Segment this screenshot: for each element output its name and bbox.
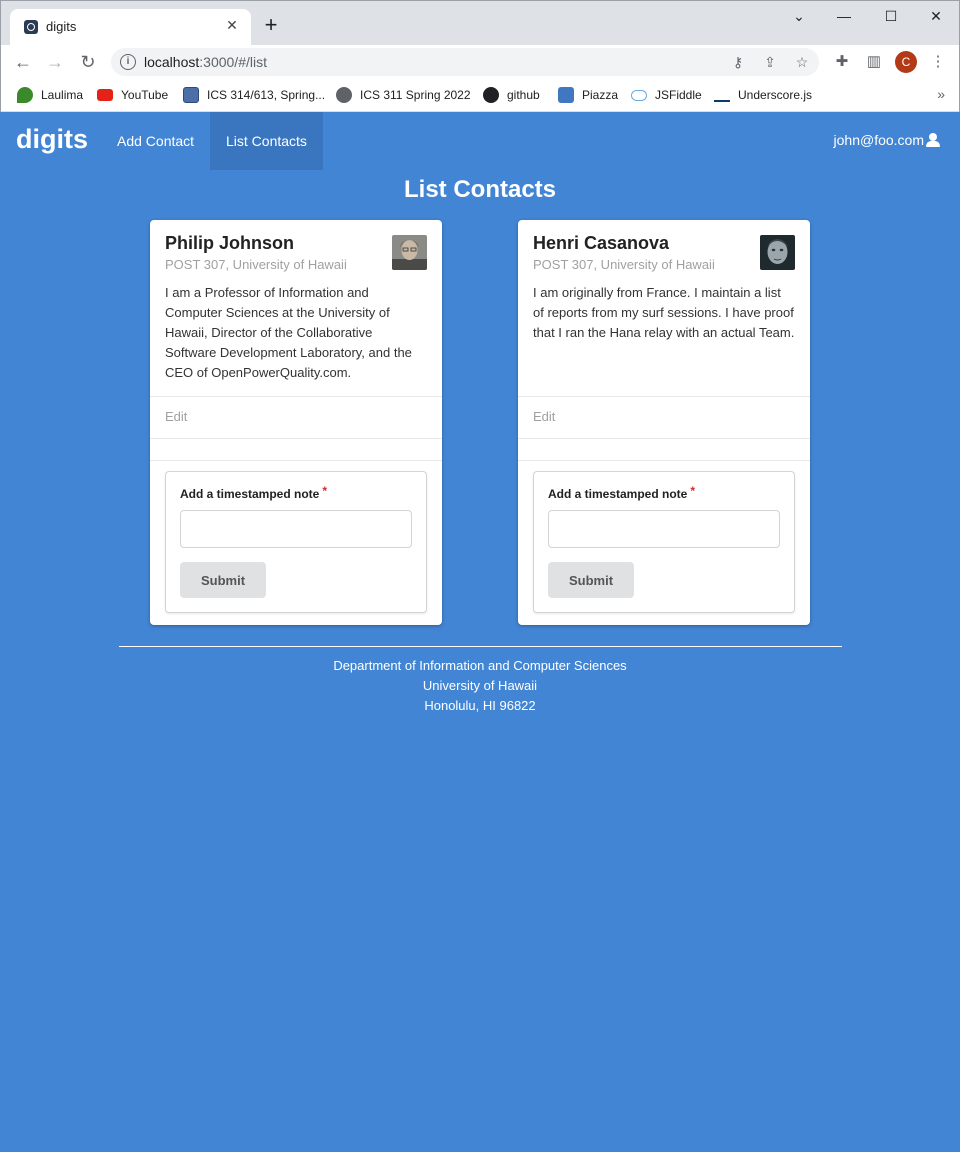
bookmark-laulima[interactable]: Laulima bbox=[17, 86, 83, 104]
bookmark-label: ICS 311 Spring 2022 bbox=[360, 88, 471, 102]
divider bbox=[518, 438, 810, 439]
bookmark-label: Underscore.js bbox=[738, 88, 813, 102]
contact-description: I am originally from France. I maintain … bbox=[533, 285, 795, 340]
note-input[interactable] bbox=[180, 510, 412, 548]
bookmark-jsfiddle[interactable]: JSFiddle bbox=[631, 86, 702, 104]
bookmark-label: JSFiddle bbox=[655, 88, 702, 102]
new-tab-button[interactable]: + bbox=[260, 14, 282, 36]
contact-photo bbox=[760, 235, 795, 270]
page-title: List Contacts bbox=[403, 176, 556, 203]
nav-add-contact[interactable]: Add Contact bbox=[101, 112, 210, 170]
reload-icon[interactable]: ↻ bbox=[76, 50, 100, 74]
note-field-label: Add a timestamped note * bbox=[548, 484, 696, 501]
divider bbox=[518, 396, 810, 397]
note-input[interactable] bbox=[548, 510, 780, 548]
browser-tab[interactable]: digits ✕ bbox=[10, 9, 251, 45]
close-window-button[interactable]: ✕ bbox=[921, 5, 951, 27]
piazza-icon bbox=[558, 87, 574, 103]
bookmarks-bar: Laulima YouTube ICS 314/613, Spring... I… bbox=[1, 79, 959, 112]
required-asterisk: * bbox=[690, 484, 696, 498]
bookmark-github[interactable]: github bbox=[483, 86, 540, 104]
footer-department: Department of Information and Computer S… bbox=[333, 658, 627, 673]
key-icon[interactable]: ⚷ bbox=[728, 52, 748, 72]
divider bbox=[150, 460, 442, 461]
url-text: localhost:3000/#/list bbox=[144, 54, 267, 70]
star-icon[interactable]: ☆ bbox=[792, 52, 812, 72]
user-email: john@foo.com bbox=[833, 132, 924, 148]
site-info-icon[interactable]: i bbox=[120, 54, 136, 70]
maximize-button[interactable]: ☐ bbox=[876, 5, 906, 27]
share-icon[interactable]: ⇪ bbox=[760, 52, 780, 72]
tab-search-chevron-icon[interactable]: ⌄ bbox=[784, 5, 814, 27]
bookmark-youtube[interactable]: YouTube bbox=[97, 86, 168, 104]
edit-link[interactable]: Edit bbox=[533, 409, 555, 424]
minimize-button[interactable]: — bbox=[829, 5, 859, 27]
tab-strip: digits ✕ + ⌄ — ☐ ✕ bbox=[1, 1, 959, 45]
submit-button[interactable]: Submit bbox=[180, 562, 266, 598]
bookmark-ics311[interactable]: ICS 311 Spring 2022 bbox=[336, 86, 471, 104]
note-form: Add a timestamped note * Submit bbox=[165, 471, 427, 613]
bookmark-label: Piazza bbox=[582, 88, 619, 102]
required-asterisk: * bbox=[322, 484, 328, 498]
divider bbox=[150, 438, 442, 439]
bookmark-piazza[interactable]: Piazza bbox=[558, 86, 618, 104]
contact-name: Philip Johnson bbox=[165, 233, 294, 253]
contact-card: Philip Johnson POST 307, University of H… bbox=[150, 220, 442, 625]
app-navbar: digits Add Contact List Contacts john@fo… bbox=[0, 112, 960, 170]
bookmark-label: YouTube bbox=[121, 88, 169, 102]
underscore-icon bbox=[714, 100, 730, 102]
contact-card: Henri Casanova POST 307, University of H… bbox=[518, 220, 810, 625]
bookmark-underscore[interactable]: Underscore.js bbox=[714, 86, 812, 104]
menu-kebab-icon[interactable]: ⋮ bbox=[926, 50, 950, 74]
github-icon bbox=[483, 87, 499, 103]
bookmark-label: Laulima bbox=[41, 88, 84, 102]
bookmark-label: github bbox=[507, 88, 540, 102]
note-form: Add a timestamped note * Submit bbox=[533, 471, 795, 613]
divider bbox=[150, 396, 442, 397]
user-icon bbox=[926, 133, 940, 147]
footer-address: Honolulu, HI 96822 bbox=[424, 698, 536, 713]
youtube-icon bbox=[97, 89, 113, 101]
browser-toolbar: ← → ↻ i localhost:3000/#/list ⚷ ⇪ ☆ ✚ ▥ … bbox=[1, 45, 959, 79]
divider bbox=[518, 460, 810, 461]
contact-description: I am a Professor of Information and Comp… bbox=[165, 285, 412, 380]
globe-icon bbox=[336, 87, 352, 103]
close-tab-icon[interactable]: ✕ bbox=[223, 16, 241, 34]
digits-favicon-icon bbox=[24, 20, 38, 34]
forward-arrow-icon[interactable]: → bbox=[43, 50, 67, 74]
edit-link[interactable]: Edit bbox=[165, 409, 187, 424]
browser-chrome: digits ✕ + ⌄ — ☐ ✕ ← → ↻ i localhost:300… bbox=[0, 0, 960, 112]
nav-list-contacts[interactable]: List Contacts bbox=[210, 112, 323, 170]
back-arrow-icon[interactable]: ← bbox=[11, 50, 35, 74]
bookmark-label: ICS 314/613, Spring... bbox=[207, 88, 326, 102]
footer-university: University of Hawaii bbox=[422, 678, 538, 693]
bookmark-ics314[interactable]: ICS 314/613, Spring... bbox=[183, 86, 325, 104]
profile-avatar[interactable]: C bbox=[895, 51, 917, 73]
square-icon bbox=[183, 87, 199, 103]
footer: Department of Information and Computer S… bbox=[0, 656, 960, 716]
leaf-icon bbox=[17, 87, 33, 103]
contact-address: POST 307, University of Hawaii bbox=[165, 257, 347, 272]
more-bookmarks-icon[interactable]: » bbox=[937, 86, 945, 102]
address-bar[interactable]: i localhost:3000/#/list ⚷ ⇪ ☆ bbox=[111, 48, 819, 76]
submit-button[interactable]: Submit bbox=[548, 562, 634, 598]
extensions-puzzle-icon[interactable]: ✚ bbox=[830, 50, 854, 74]
user-menu[interactable]: john@foo.com bbox=[834, 132, 940, 148]
contact-photo bbox=[392, 235, 427, 270]
contact-address: POST 307, University of Hawaii bbox=[533, 257, 715, 272]
brand-logo[interactable]: digits bbox=[16, 124, 88, 155]
note-field-label: Add a timestamped note * bbox=[180, 484, 328, 501]
side-panel-icon[interactable]: ▥ bbox=[862, 50, 886, 74]
contact-name: Henri Casanova bbox=[533, 233, 670, 253]
footer-divider bbox=[119, 646, 842, 647]
cloud-icon bbox=[631, 89, 647, 101]
tab-title: digits bbox=[46, 19, 77, 34]
